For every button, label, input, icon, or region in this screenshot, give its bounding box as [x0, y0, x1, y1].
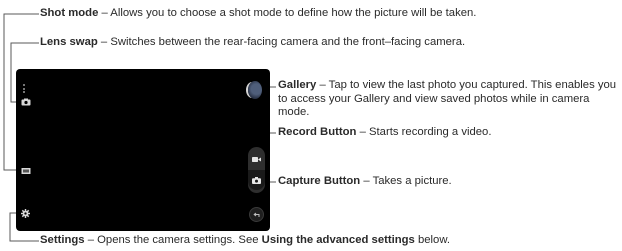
record-button[interactable]: [248, 149, 265, 169]
capture-desc: – Takes a picture.: [360, 175, 452, 187]
shot-mode-term: Shot mode: [40, 7, 99, 19]
record-callout: Record Button – Starts recording a video…: [278, 126, 491, 140]
gallery-term: Gallery: [278, 79, 317, 91]
lens-swap-term: Lens swap: [40, 36, 98, 48]
advanced-settings-link[interactable]: Using the advanced settings: [262, 234, 415, 246]
shot-mode-desc: – Allows you to choose a shot mode to de…: [98, 7, 477, 19]
settings-callout: Settings – Opens the camera settings. Se…: [40, 234, 450, 248]
record-term: Record Button: [278, 126, 357, 138]
lens-swap-desc: – Switches between the rear-facing camer…: [97, 36, 466, 48]
gallery-thumbnail[interactable]: [248, 81, 262, 99]
capture-button[interactable]: [248, 170, 265, 190]
capture-callout: Capture Button – Takes a picture.: [278, 175, 452, 189]
settings-term: Settings: [40, 234, 85, 246]
record-desc: – Starts recording a video.: [356, 126, 492, 138]
capture-term: Capture Button: [278, 175, 361, 187]
shot-mode-callout: Shot mode – Allows you to choose a shot …: [40, 7, 476, 21]
camera-icon: [252, 176, 261, 184]
video-camera-icon: [252, 156, 261, 162]
mode-icon[interactable]: [21, 167, 31, 175]
gear-icon[interactable]: [21, 209, 30, 218]
settings-desc-post: below.: [414, 234, 451, 246]
camera-switch-icon[interactable]: [21, 98, 31, 106]
back-icon: [253, 212, 260, 217]
back-button[interactable]: [249, 207, 264, 222]
gallery-callout: Gallery – Tap to view the last photo you…: [278, 79, 618, 120]
shutter-controls: [248, 147, 265, 193]
gallery-desc: – Tap to view the last photo you capture…: [278, 79, 617, 118]
settings-desc-pre: – Opens the camera settings. See: [84, 234, 262, 246]
lens-swap-callout: Lens swap – Switches between the rear-fa…: [40, 36, 465, 50]
more-vert-icon[interactable]: [23, 84, 25, 93]
camera-viewfinder: [16, 69, 270, 231]
